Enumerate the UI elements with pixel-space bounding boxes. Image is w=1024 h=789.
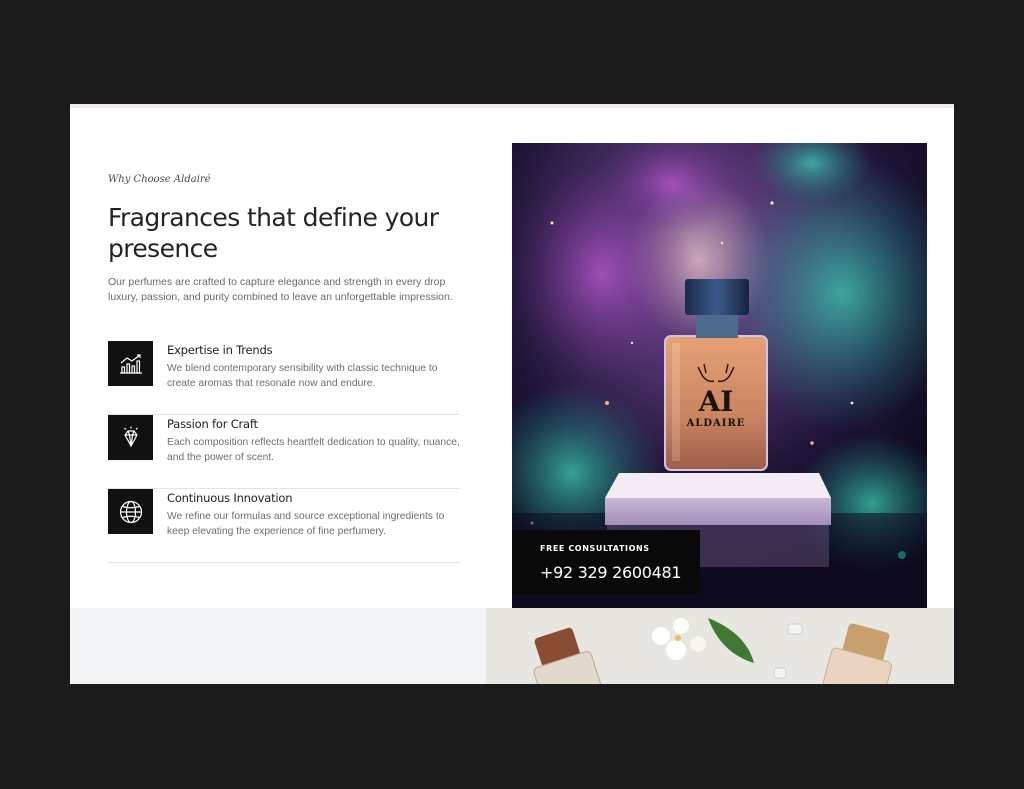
- globe-icon: [108, 489, 153, 534]
- feature-passion: Passion for Craft Each composition refle…: [108, 414, 460, 489]
- feature-title: Expertise in Trends: [167, 343, 273, 357]
- feature-description: We blend contemporary sensibility with c…: [167, 363, 438, 389]
- consultation-label: FREE CONSULTATIONS: [540, 544, 650, 553]
- bottle-brand-name: ALDAIRE: [686, 418, 746, 429]
- chart-growth-icon: [108, 341, 153, 386]
- consultation-box[interactable]: FREE CONSULTATIONS +92 329 2600481: [512, 530, 700, 594]
- bottle-monogram: AI: [698, 385, 734, 418]
- consultation-phone[interactable]: +92 329 2600481: [540, 563, 682, 582]
- why-choose-section: Why Choose Aldairé Fragrances that defin…: [70, 104, 954, 684]
- section-heading: Fragrances that define your presence: [108, 203, 439, 263]
- feature-title: Passion for Craft: [167, 417, 258, 431]
- feature-title: Continuous Innovation: [167, 491, 293, 505]
- section-eyebrow: Why Choose Aldairé: [108, 174, 211, 185]
- feature-description: Each composition reflects heartfelt dedi…: [167, 437, 460, 463]
- diamond-icon: [108, 415, 153, 460]
- feature-expertise: Expertise in Trends We blend contemporar…: [108, 340, 460, 415]
- feature-description: We refine our formulas and source except…: [167, 511, 445, 537]
- section-intro: Our perfumes are crafted to capture eleg…: [108, 276, 453, 303]
- perfume-bottles-image: [486, 608, 954, 684]
- top-strip: [70, 104, 954, 108]
- next-section-background: [70, 608, 486, 684]
- feature-innovation: Continuous Innovation We refine our form…: [108, 488, 460, 563]
